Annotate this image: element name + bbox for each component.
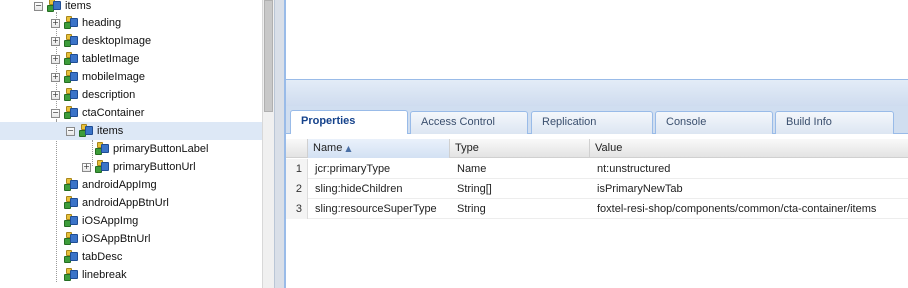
- tree-node-primarybuttonurl[interactable]: + primaryButtonUrl: [82, 158, 196, 176]
- node-icon: [63, 214, 79, 228]
- spacer-icon: [51, 253, 60, 262]
- tree-node-primarybuttonlabel[interactable]: primaryButtonLabel: [82, 140, 208, 158]
- spacer-icon: [51, 235, 60, 244]
- cell-type[interactable]: String: [452, 199, 491, 219]
- tree-node-label: ctaContainer: [82, 107, 145, 119]
- tree-node-androidappbtnurl[interactable]: androidAppBtnUrl: [51, 194, 169, 212]
- spacer-icon: [51, 199, 60, 208]
- node-icon: [63, 106, 79, 120]
- cell-name[interactable]: jcr:primaryType: [310, 159, 395, 179]
- expand-icon[interactable]: +: [51, 90, 60, 100]
- header-type[interactable]: Type: [450, 139, 590, 158]
- tree-node-ctacontainer[interactable]: − ctaContainer: [51, 104, 144, 122]
- tab-replication[interactable]: Replication: [531, 111, 653, 135]
- node-icon: [63, 16, 79, 30]
- expand-icon[interactable]: +: [51, 72, 60, 82]
- panel-splitter[interactable]: [274, 0, 285, 288]
- tree-node-label: iOSAppImg: [82, 215, 139, 227]
- node-icon: [63, 250, 79, 264]
- spacer-icon: [51, 217, 60, 226]
- row-number: 2: [286, 179, 308, 199]
- tree-node-label: mobileImage: [82, 71, 145, 83]
- node-icon: [46, 0, 62, 13]
- tree-node-desktopimage[interactable]: + desktopImage: [51, 32, 151, 50]
- tree-node-label: primaryButtonUrl: [113, 161, 196, 173]
- cell-type[interactable]: Name: [452, 159, 491, 179]
- tree-node-heading[interactable]: + heading: [51, 14, 121, 32]
- tab-console[interactable]: Console: [655, 111, 773, 135]
- expand-icon[interactable]: +: [51, 36, 60, 46]
- scrollbar-thumb[interactable]: [264, 0, 273, 112]
- tree-node-label: heading: [82, 17, 122, 29]
- tree-node-linebreak[interactable]: linebreak: [51, 266, 127, 284]
- tree-node-androidappimg[interactable]: androidAppImg: [51, 176, 157, 194]
- tree-node-tabletimage[interactable]: + tabletImage: [51, 50, 139, 68]
- node-icon: [63, 88, 79, 102]
- header-name[interactable]: Name ▲: [308, 139, 450, 158]
- row-number: 1: [286, 159, 308, 179]
- node-icon: [63, 268, 79, 282]
- grid-header: Name ▲ Type Value: [286, 139, 908, 158]
- node-icon: [94, 160, 110, 174]
- tree-node-label: linebreak: [82, 269, 127, 281]
- collapse-icon[interactable]: −: [66, 126, 75, 136]
- expand-icon[interactable]: +: [51, 54, 60, 64]
- spacer-icon: [51, 271, 60, 280]
- properties-grid: Name ▲ Type Value 1 jcr:primaryType Name …: [285, 134, 908, 288]
- tree-node-tabdesc[interactable]: tabDesc: [51, 248, 122, 266]
- node-icon: [94, 142, 110, 156]
- tree-node-iosappimg[interactable]: iOSAppImg: [51, 212, 138, 230]
- table-row[interactable]: 3 sling:resourceSuperType String foxtel-…: [286, 199, 908, 219]
- node-icon: [78, 124, 94, 138]
- tab-properties[interactable]: Properties: [290, 110, 408, 135]
- cell-name[interactable]: sling:resourceSuperType: [310, 199, 442, 219]
- tree-node-description[interactable]: + description: [51, 86, 135, 104]
- spacer-icon: [82, 145, 91, 154]
- tree-node-mobileimage[interactable]: + mobileImage: [51, 68, 145, 86]
- tree-node-label: items: [65, 0, 92, 12]
- node-icon: [63, 70, 79, 84]
- tree-node-label: iOSAppBtnUrl: [82, 233, 151, 245]
- tab-access-control[interactable]: Access Control: [410, 111, 528, 135]
- cell-value[interactable]: foxtel-resi-shop/components/common/cta-c…: [592, 199, 881, 219]
- cell-type[interactable]: String[]: [452, 179, 497, 199]
- tab-build-info[interactable]: Build Info: [775, 111, 894, 135]
- spacer-icon: [51, 181, 60, 190]
- tree-node-items-selected[interactable]: − items: [0, 122, 262, 140]
- tree-node-label: androidAppBtnUrl: [82, 197, 169, 209]
- expand-icon[interactable]: +: [51, 18, 60, 28]
- cell-name[interactable]: sling:hideChildren: [310, 179, 407, 199]
- tab-strip: Properties Access Control Replication Co…: [285, 106, 908, 135]
- header-name-label: Name: [313, 142, 343, 154]
- tree-node-label: tabletImage: [82, 53, 140, 65]
- tree-node-label: items: [97, 125, 124, 137]
- header-value[interactable]: Value: [590, 139, 908, 158]
- node-icon: [63, 196, 79, 210]
- cell-value[interactable]: nt:unstructured: [592, 159, 675, 179]
- expand-icon[interactable]: +: [82, 162, 91, 172]
- node-icon: [63, 178, 79, 192]
- tree-node-iosappbtnurl[interactable]: iOSAppBtnUrl: [51, 230, 150, 248]
- editor-pane: [285, 0, 908, 80]
- cell-value[interactable]: isPrimaryNewTab: [592, 179, 688, 199]
- panel-header-bar: [285, 80, 908, 106]
- sort-ascending-icon: ▲: [345, 144, 352, 153]
- content-tree: − items + heading + desktopImage + table…: [0, 0, 262, 288]
- row-number: 3: [286, 199, 308, 219]
- header-rownum: [286, 139, 308, 158]
- table-row[interactable]: 2 sling:hideChildren String[] isPrimaryN…: [286, 179, 908, 199]
- tree-node-label: androidAppImg: [82, 179, 157, 191]
- tree-node-label: description: [82, 89, 136, 101]
- node-icon: [63, 34, 79, 48]
- table-row[interactable]: 1 jcr:primaryType Name nt:unstructured: [286, 159, 908, 179]
- node-icon: [63, 232, 79, 246]
- node-icon: [63, 52, 79, 66]
- tree-node-label: desktopImage: [82, 35, 152, 47]
- collapse-icon[interactable]: −: [34, 1, 43, 11]
- tree-node-items[interactable]: − items: [34, 0, 91, 15]
- tree-node-label: primaryButtonLabel: [113, 143, 209, 155]
- tree-node-label: tabDesc: [82, 251, 123, 263]
- collapse-icon[interactable]: −: [51, 108, 60, 118]
